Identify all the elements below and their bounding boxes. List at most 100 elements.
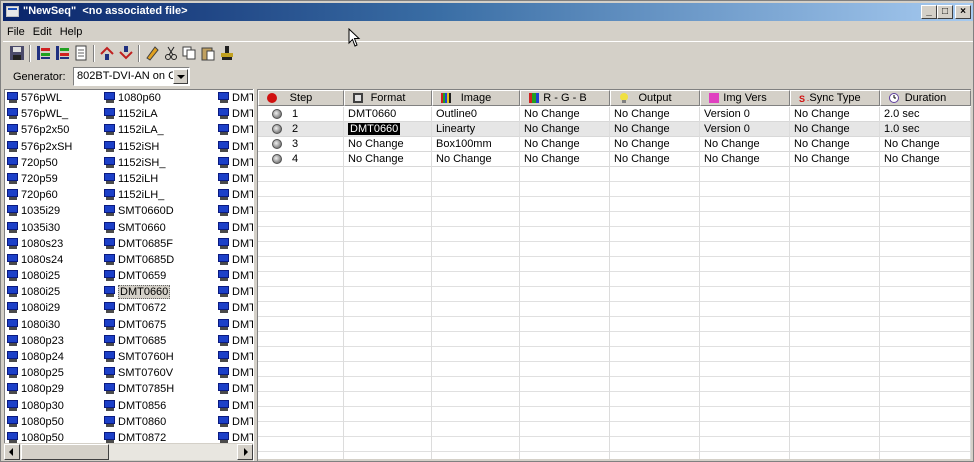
title-bar[interactable]: "NewSeq" <no associated file> _ □ × <box>3 3 973 21</box>
maximize-button[interactable]: □ <box>937 5 953 19</box>
menu-help[interactable]: Help <box>56 23 87 38</box>
format-list-item[interactable]: DMT0660 <box>103 284 174 300</box>
table-cell[interactable]: No Change <box>344 152 432 167</box>
table-cell[interactable]: No Change <box>610 152 700 167</box>
format-list-item[interactable]: 720p59 <box>6 171 72 187</box>
format-list-item[interactable]: DMT <box>217 122 253 138</box>
format-list-item[interactable]: DMT <box>217 155 253 171</box>
format-list-item[interactable]: 1152iSH_ <box>103 155 174 171</box>
format-list-item[interactable]: 1080p30 <box>6 398 72 414</box>
menu-edit[interactable]: Edit <box>29 23 56 38</box>
save-icon[interactable] <box>9 45 25 61</box>
format-list-item[interactable]: 1152iSH <box>103 139 174 155</box>
format-list-item[interactable]: DMT <box>217 203 253 219</box>
format-list-item[interactable]: DMT <box>217 333 253 349</box>
format-list-item[interactable]: DMT0659 <box>103 268 174 284</box>
table-cell[interactable]: No Change <box>432 152 520 167</box>
close-button[interactable]: × <box>955 5 971 19</box>
table-cell[interactable]: Linearty <box>432 122 520 137</box>
format-list-item[interactable]: 576pWL_ <box>6 106 72 122</box>
column-header-duration[interactable]: Duration <box>880 90 971 106</box>
table-cell[interactable]: No Change <box>790 137 880 152</box>
green-red-bars-icon[interactable] <box>54 45 70 61</box>
column-header-format[interactable]: Format <box>344 90 432 106</box>
format-list-item[interactable]: 1080p50 <box>6 414 72 430</box>
format-list-item[interactable]: SMT0660D <box>103 203 174 219</box>
table-cell[interactable]: No Change <box>610 122 700 137</box>
column-header-image[interactable]: Image <box>432 90 520 106</box>
format-list-item[interactable]: DMT0685D <box>103 252 174 268</box>
table-cell[interactable]: Version 0 <box>700 107 790 122</box>
table-cell[interactable]: No Change <box>610 137 700 152</box>
table-cell[interactable]: No Change <box>520 107 610 122</box>
format-list-item[interactable]: 1035i29 <box>6 203 72 219</box>
format-list-item[interactable]: 1080p23 <box>6 333 72 349</box>
format-list-item[interactable]: 1080i29 <box>6 300 72 316</box>
stamp-icon[interactable] <box>219 45 235 61</box>
red-green-bars-icon[interactable] <box>35 45 51 61</box>
format-list-item[interactable]: 720p60 <box>6 187 72 203</box>
format-list-item[interactable]: 1080p29 <box>6 381 72 397</box>
format-list-item[interactable]: 1080p24 <box>6 349 72 365</box>
format-list-item[interactable]: DMT0685F <box>103 236 174 252</box>
table-cell[interactable]: No Change <box>790 152 880 167</box>
table-cell[interactable]: 2.0 sec <box>880 107 971 122</box>
copy-icon[interactable] <box>181 45 197 61</box>
format-list-item[interactable]: DMT <box>217 381 253 397</box>
format-list-item[interactable]: DMT0856 <box>103 398 174 414</box>
format-list-item[interactable]: 576pWL <box>6 90 72 106</box>
format-list-item[interactable]: DMT0860 <box>103 414 174 430</box>
format-list-item[interactable]: 1152iLA_ <box>103 122 174 138</box>
table-cell[interactable]: No Change <box>520 137 610 152</box>
format-list-item[interactable]: DMT <box>217 349 253 365</box>
format-list-item[interactable]: 1152iLA <box>103 106 174 122</box>
format-list-item[interactable]: 720p50 <box>6 155 72 171</box>
format-list-item[interactable]: SMT0760H <box>103 349 174 365</box>
format-list-item[interactable]: 576p2x50 <box>6 122 72 138</box>
format-list-item[interactable]: DMT0685 <box>103 333 174 349</box>
table-cell[interactable]: Box100mm <box>432 137 520 152</box>
format-list-item[interactable]: DMT <box>217 252 253 268</box>
format-list-item[interactable]: SMT0760V <box>103 365 174 381</box>
column-header-r-g-b[interactable]: R - G - B <box>520 90 610 106</box>
format-list-item[interactable]: DMT <box>217 139 253 155</box>
table-cell[interactable]: No Change <box>880 137 971 152</box>
table-row[interactable]: 2 DMT0660 Linearty No Change No Change Versio… <box>258 122 971 137</box>
table-cell[interactable]: No Change <box>880 152 971 167</box>
format-list-item[interactable]: DMT <box>217 187 253 203</box>
table-row[interactable]: 4 No Change No Change No Change No Change No … <box>258 152 971 167</box>
format-list-item[interactable]: 1152iLH <box>103 171 174 187</box>
table-cell[interactable]: No Change <box>700 152 790 167</box>
column-header-sync-type[interactable]: S→Sync Type <box>790 90 880 106</box>
column-header-step[interactable]: Step <box>258 90 344 106</box>
table-cell[interactable]: 1.0 sec <box>880 122 971 137</box>
table-cell[interactable]: No Change <box>520 122 610 137</box>
step-up-icon[interactable] <box>99 45 115 61</box>
format-list-item[interactable]: 1035i30 <box>6 220 72 236</box>
table-row[interactable]: 1 DMT0660 Outline0 No Change No Change Versio… <box>258 107 971 122</box>
table-row[interactable]: 3 No Change Box100mm No Change No Change No C… <box>258 137 971 152</box>
format-list-item[interactable]: DMT <box>217 300 253 316</box>
pen-icon[interactable] <box>144 45 160 61</box>
table-cell[interactable]: DMT0660 <box>344 122 432 137</box>
table-cell[interactable]: No Change <box>790 122 880 137</box>
format-list-item[interactable]: DMT <box>217 284 253 300</box>
chevron-down-icon[interactable] <box>173 69 188 84</box>
format-list-item[interactable]: DMT0675 <box>103 317 174 333</box>
format-list-item[interactable]: DMT <box>217 220 253 236</box>
format-list-item[interactable]: 1080s23 <box>6 236 72 252</box>
generator-select[interactable]: 802BT-DVI-AN on Co <box>73 67 190 86</box>
minimize-button[interactable]: _ <box>921 5 937 19</box>
format-list-item[interactable]: SMT0660 <box>103 220 174 236</box>
format-list-item[interactable]: DMT <box>217 414 253 430</box>
table-cell[interactable]: No Change <box>610 107 700 122</box>
paste-icon[interactable] <box>200 45 216 61</box>
format-list-item[interactable]: DMT0672 <box>103 300 174 316</box>
horizontal-scrollbar[interactable] <box>4 443 253 460</box>
table-cell[interactable]: Version 0 <box>700 122 790 137</box>
format-list-item[interactable]: DMT <box>217 317 253 333</box>
format-list-item[interactable]: DMT0785H <box>103 381 174 397</box>
table-cell[interactable]: DMT0660 <box>344 107 432 122</box>
scroll-left-button[interactable] <box>4 444 20 460</box>
format-list-item[interactable]: DMT <box>217 268 253 284</box>
